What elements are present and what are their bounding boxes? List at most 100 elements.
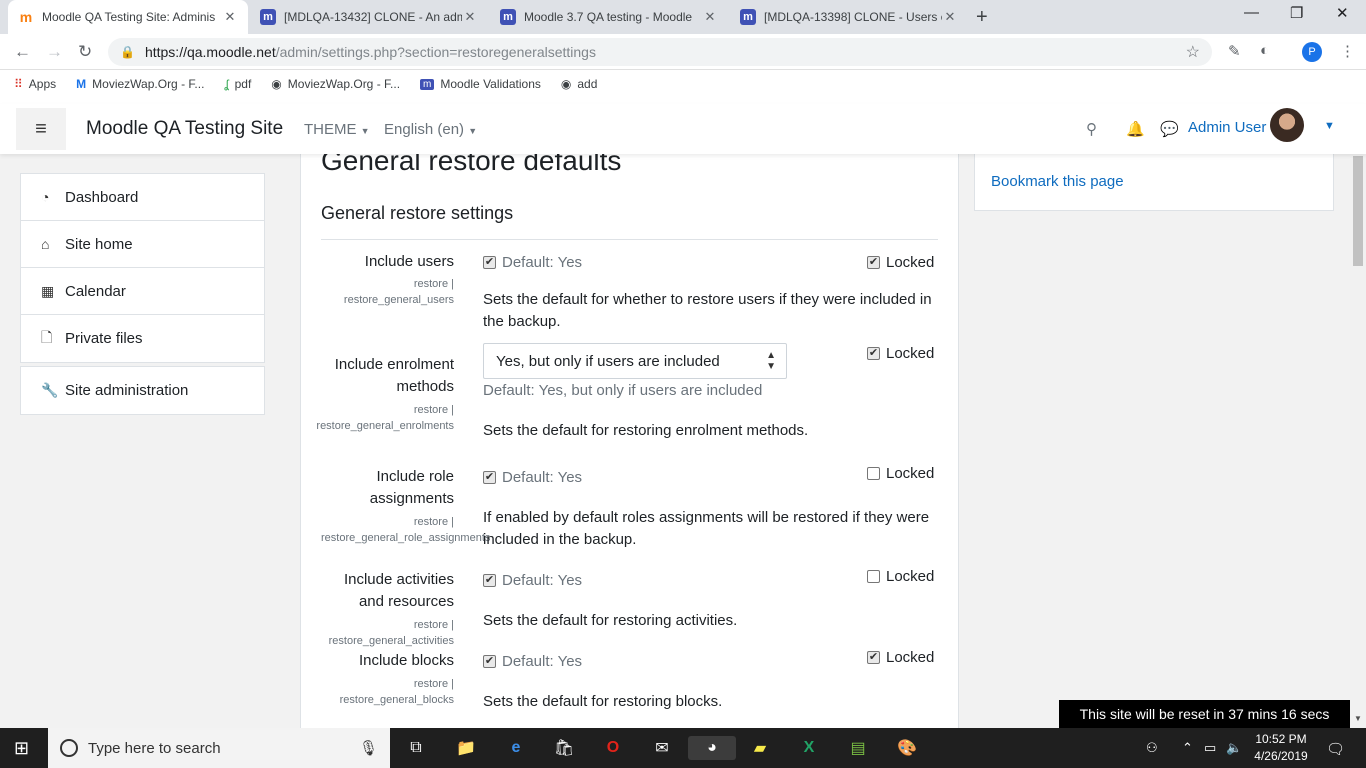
profile-avatar[interactable]: P xyxy=(1302,42,1322,62)
taskbar-search-box[interactable]: Type here to search 🎙 xyxy=(48,728,390,768)
mail-icon[interactable]: ✉ xyxy=(650,736,674,760)
locked-checkbox[interactable]: ✔ xyxy=(867,347,880,360)
jira-icon: m xyxy=(500,9,516,25)
opera-icon[interactable]: O xyxy=(601,736,625,760)
bookmark-moviezwap-2[interactable]: ◉ MoviezWap.Org - F... xyxy=(271,77,400,91)
site-name[interactable]: Moodle QA Testing Site xyxy=(86,118,283,140)
bookmark-moviezwap-1[interactable]: M MoviezWap.Org - F... xyxy=(76,77,204,91)
nav-drawer-admin-block: 🔧 Site administration xyxy=(20,366,265,415)
scrollbar-thumb[interactable] xyxy=(1353,156,1363,266)
drawer-toggle-button[interactable]: ≡ xyxy=(16,108,66,150)
include-users-checkbox[interactable]: ✔ xyxy=(483,256,496,269)
include-blocks-checkbox-row[interactable]: ✔ Default: Yes xyxy=(483,653,582,670)
setting-label: and resources xyxy=(358,593,454,610)
edge-icon[interactable]: e xyxy=(504,736,528,760)
minimize-icon[interactable]: — xyxy=(1244,4,1259,21)
messages-icon[interactable]: 💬 xyxy=(1160,120,1179,138)
avatar[interactable] xyxy=(1270,108,1304,142)
close-window-icon[interactable]: ✕ xyxy=(1336,4,1349,22)
back-icon[interactable]: ← xyxy=(14,42,31,62)
close-tab-icon[interactable]: ✕ xyxy=(462,9,478,25)
include-roles-checkbox-row[interactable]: ✔ Default: Yes xyxy=(483,469,582,486)
extension-icon[interactable]: ◐ xyxy=(1260,42,1269,59)
setting-tag: restore_general_blocks xyxy=(339,694,454,706)
include-users-checkbox-row[interactable]: ✔ Default: Yes xyxy=(483,254,582,271)
volume-icon[interactable]: 🔈 xyxy=(1226,740,1242,756)
new-tab-icon[interactable]: + xyxy=(976,6,988,29)
notification-bell-icon[interactable]: 🔔 xyxy=(1126,120,1145,138)
locked-toggle[interactable]: ✔ Locked xyxy=(867,345,934,362)
reload-icon[interactable]: ↻ xyxy=(78,42,92,62)
browser-tab-3[interactable]: m Moodle 3.7 QA testing - Moodle ✕ xyxy=(490,0,728,34)
forward-icon[interactable]: → xyxy=(46,42,63,62)
locked-checkbox[interactable] xyxy=(867,467,880,480)
include-activities-checkbox-row[interactable]: ✔ Default: Yes xyxy=(483,572,582,589)
jira-icon: m xyxy=(260,9,276,25)
browser-tab-4[interactable]: m [MDLQA-13398] CLONE - Users c ✕ xyxy=(730,0,968,34)
include-activities-checkbox[interactable]: ✔ xyxy=(483,574,496,587)
excel-icon[interactable]: X xyxy=(797,736,821,760)
nav-item-private-files[interactable]: 🗋 Private files xyxy=(21,315,264,362)
task-view-icon[interactable]: ⧉ xyxy=(404,736,428,760)
include-roles-checkbox[interactable]: ✔ xyxy=(483,471,496,484)
description-line: If enabled by default roles assignments … xyxy=(483,509,930,526)
nav-item-site-administration[interactable]: 🔧 Site administration xyxy=(21,367,264,414)
eyedropper-extension-icon[interactable]: ✎ xyxy=(1228,42,1241,60)
project-icon[interactable]: ▤ xyxy=(846,736,870,760)
user-name[interactable]: Admin User xyxy=(1188,119,1266,136)
setting-description: Sets the default for restoring activitie… xyxy=(483,612,738,629)
page-scrollbar[interactable]: ▲ ▼ xyxy=(1350,104,1366,728)
scroll-down-icon[interactable]: ▼ xyxy=(1354,714,1362,723)
setting-tag: restore | xyxy=(413,619,454,631)
close-tab-icon[interactable]: ✕ xyxy=(942,9,958,25)
enrolment-methods-select[interactable]: Yes, but only if users are included ▲ ▼ xyxy=(483,343,787,379)
restore-window-icon[interactable]: ❐ xyxy=(1290,4,1303,22)
locked-checkbox[interactable]: ✔ xyxy=(867,651,880,664)
user-menu-caret-icon[interactable]: ▼ xyxy=(1324,120,1335,132)
language-menu[interactable]: English (en) ▼ xyxy=(384,121,477,138)
close-tab-icon[interactable]: ✕ xyxy=(222,9,238,25)
search-icon[interactable]: ⚲ xyxy=(1086,120,1097,138)
browser-tab-2[interactable]: m [MDLQA-13432] CLONE - An adm ✕ xyxy=(250,0,488,34)
nav-item-label: Site administration xyxy=(65,382,189,399)
chrome-icon[interactable]: ◕ xyxy=(688,736,736,760)
locked-toggle[interactable]: ✔ Locked xyxy=(867,649,934,666)
battery-icon[interactable]: ▭ xyxy=(1204,740,1216,756)
cortana-icon xyxy=(60,739,78,757)
select-value: Yes, but only if users are included xyxy=(496,352,720,370)
locked-toggle[interactable]: ✔ Locked xyxy=(867,254,934,271)
url-host: https://qa.moodle.net xyxy=(144,44,276,60)
setting-tag: restore_general_role_assignments xyxy=(321,532,491,544)
browser-tab-1[interactable]: m Moodle QA Testing Site: Adminis ✕ xyxy=(8,0,248,34)
store-icon[interactable]: 🛍 xyxy=(552,736,576,760)
windows-start-icon[interactable]: ⊞ xyxy=(14,738,29,759)
locked-toggle[interactable]: Locked xyxy=(867,465,934,482)
bookmark-this-page-link[interactable]: Bookmark this page xyxy=(991,173,1124,190)
people-icon[interactable]: ⚇ xyxy=(1146,740,1158,756)
bookmark-pdf[interactable]: ʆ pdf xyxy=(224,77,251,91)
nav-item-site-home[interactable]: ⌂ Site home xyxy=(21,221,264,268)
sticky-notes-icon[interactable]: ▰ xyxy=(748,736,772,760)
nav-item-calendar[interactable]: ▦ Calendar xyxy=(21,268,264,315)
show-hidden-icons-chevron-icon[interactable]: ⌃ xyxy=(1182,740,1193,756)
file-explorer-icon[interactable]: 📁 xyxy=(454,736,478,760)
locked-checkbox[interactable]: ✔ xyxy=(867,256,880,269)
bookmark-star-icon[interactable]: ☆ xyxy=(1186,42,1200,62)
theme-menu[interactable]: THEME ▼ xyxy=(304,121,370,138)
bookmark-moodle-validations[interactable]: m Moodle Validations xyxy=(420,77,541,91)
bookmark-apps[interactable]: ⠿ Apps xyxy=(14,77,56,91)
close-tab-icon[interactable]: ✕ xyxy=(702,9,718,25)
action-center-icon[interactable]: 🗨 xyxy=(1326,740,1345,758)
bookmark-add[interactable]: ◉ add xyxy=(561,77,598,91)
locked-toggle[interactable]: Locked xyxy=(867,568,934,585)
chrome-menu-icon[interactable]: ⋮ xyxy=(1340,42,1355,60)
paint-icon[interactable]: 🎨 xyxy=(895,736,919,760)
nav-item-dashboard[interactable]: ◔ Dashboard xyxy=(21,174,264,221)
microphone-icon[interactable]: 🎙 xyxy=(359,739,378,757)
address-bar[interactable]: 🔒 https://qa.moodle.net/admin/settings.p… xyxy=(108,38,1212,66)
locked-checkbox[interactable] xyxy=(867,570,880,583)
setting-tag: restore | xyxy=(413,516,454,528)
include-blocks-checkbox[interactable]: ✔ xyxy=(483,655,496,668)
taskbar-clock[interactable]: 10:52 PM 4/26/2019 xyxy=(1254,731,1308,765)
nav-item-label: Site home xyxy=(65,235,133,253)
